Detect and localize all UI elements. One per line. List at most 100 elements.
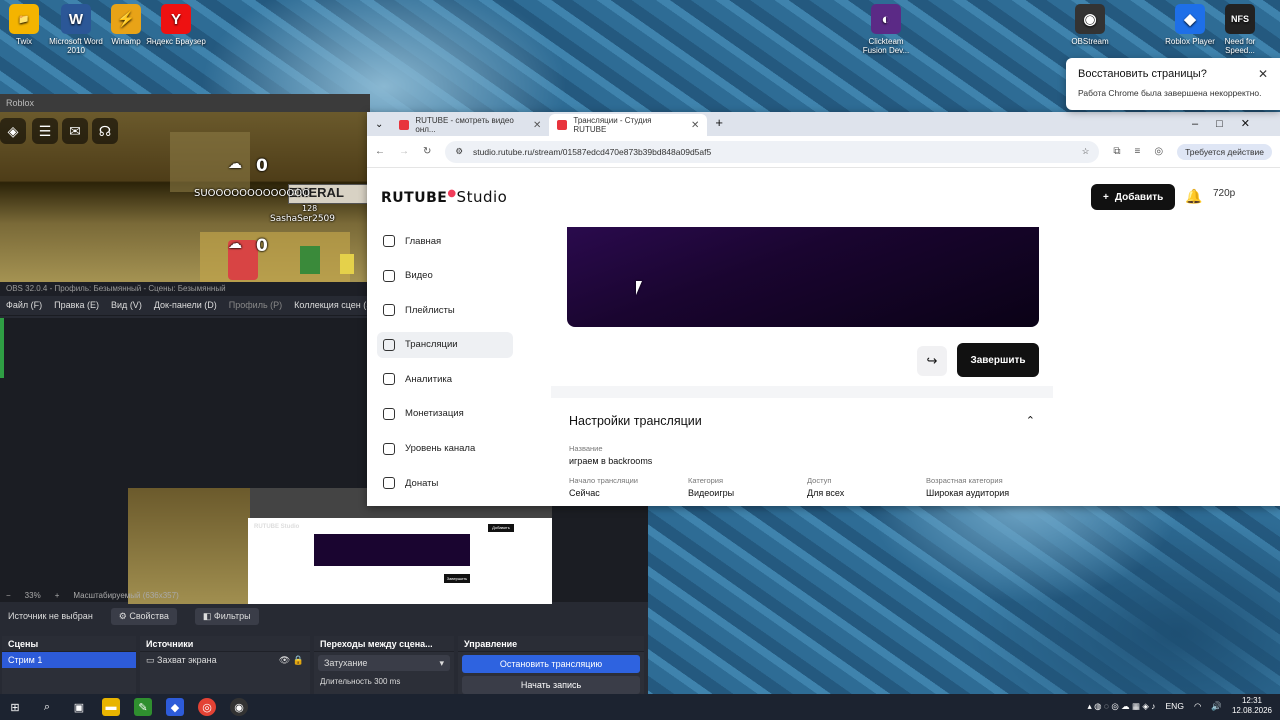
- eye-icon[interactable]: 👁 🔒: [279, 655, 304, 666]
- scale-label[interactable]: Масштабируемый (636x357): [73, 591, 178, 603]
- roblox-taskbar-icon[interactable]: ◆: [166, 698, 184, 716]
- sidebar-item-donations[interactable]: Донаты: [377, 470, 513, 496]
- chevron-down-icon: ▾: [439, 658, 444, 668]
- nfs-desktop-icon[interactable]: NFS Need for Speed...: [1210, 0, 1270, 55]
- search-icon[interactable]: ⌕: [38, 698, 56, 716]
- category-label: Категория: [688, 476, 724, 485]
- clickteam-desktop-icon[interactable]: ◐ Clickteam Fusion Dev...: [856, 0, 916, 55]
- tab-rutube-main[interactable]: RUTUBE - смотреть видео онл... ✕: [391, 114, 549, 136]
- headset-icon[interactable]: ☊: [92, 118, 118, 144]
- obs-menu-item[interactable]: Коллекция сцен (S): [294, 300, 375, 311]
- close-tab-icon[interactable]: ✕: [533, 120, 541, 131]
- obs-desktop-icon[interactable]: ◉ OBStream: [1060, 0, 1120, 46]
- window-controls[interactable]: –□✕: [1180, 112, 1280, 136]
- tab-rutube-studio[interactable]: Трансляции - Студия RUTUBE ✕: [549, 114, 708, 136]
- site-info-icon[interactable]: ⚙: [455, 146, 463, 157]
- wifi-icon[interactable]: ◠: [1194, 701, 1201, 712]
- filters-label: Фильтры: [213, 610, 251, 621]
- roblox-menu-icon[interactable]: ◈: [0, 118, 26, 144]
- taskbar-clock[interactable]: 12:31 12.08.2026: [1232, 696, 1272, 716]
- sidebar-item-video[interactable]: Видео: [377, 263, 513, 289]
- obs-menu-item[interactable]: Правка (E): [54, 300, 99, 311]
- tab-search-icon[interactable]: ⌄: [367, 113, 391, 136]
- tab-list-icon[interactable]: ≡: [1134, 146, 1140, 157]
- rutube-studio-logo[interactable]: RUTUBE●Studio: [381, 188, 507, 206]
- forward-icon[interactable]: →: [399, 146, 409, 157]
- filters-button[interactable]: ◧ Фильтры: [194, 607, 259, 625]
- obs-menu-item[interactable]: Файл (F): [6, 300, 42, 311]
- source-item[interactable]: ▭ Захват экрана 👁 🔒: [140, 652, 310, 669]
- share-icon[interactable]: ↪: [917, 346, 947, 376]
- profile-icon[interactable]: ◎: [1154, 146, 1163, 157]
- obs-taskbar-icon[interactable]: ◉: [230, 698, 248, 716]
- sidebar-item-label: Главная: [405, 235, 442, 247]
- game-floor-object: [200, 232, 350, 282]
- scenes-dock: Сцены Стрим 1: [2, 636, 136, 694]
- sidebar-item-home[interactable]: Главная: [377, 228, 513, 254]
- reload-icon[interactable]: ↻: [423, 146, 431, 157]
- zoom-out-icon[interactable]: −: [6, 591, 11, 603]
- volume-icon[interactable]: 🔊: [1211, 701, 1222, 712]
- restore-pages-notification[interactable]: Восстановить страницы? Работа Chrome был…: [1066, 58, 1280, 110]
- task-view-icon[interactable]: ▣: [70, 698, 88, 716]
- quality-badge[interactable]: 720p: [1213, 188, 1235, 199]
- start-label: Начало трансляции: [569, 476, 638, 485]
- stop-stream-button[interactable]: Остановить трансляцию: [462, 655, 640, 673]
- duration-row[interactable]: Длительность 300 ms: [314, 674, 454, 689]
- transition-select[interactable]: Затухание ▾: [318, 655, 450, 671]
- sidebar-item-playlist[interactable]: Плейлисты: [377, 297, 513, 323]
- url-text[interactable]: studio.rutube.ru/stream/01587edcd470e873…: [473, 147, 711, 157]
- obs-menu-item[interactable]: Вид (V): [111, 300, 142, 311]
- stream-video-player[interactable]: [567, 227, 1039, 327]
- sidebar-item-label: Донаты: [405, 477, 439, 489]
- chrome-taskbar-icon[interactable]: ◎: [198, 698, 216, 716]
- bookmark-star-icon[interactable]: ☆: [1082, 146, 1090, 157]
- sidebar-item-channel-level[interactable]: Уровень канала: [377, 436, 513, 462]
- app-icon[interactable]: ✎: [134, 698, 152, 716]
- chevron-up-icon[interactable]: ⌃: [1026, 414, 1035, 427]
- add-button-label: Добавить: [1114, 191, 1164, 203]
- close-icon[interactable]: ✕: [1258, 67, 1268, 81]
- canvas-add: Добавить: [488, 524, 514, 532]
- age-label: Возрастная категория: [926, 476, 1003, 485]
- address-bar[interactable]: ⚙ studio.rutube.ru/stream/01587edcd470e8…: [445, 140, 1100, 163]
- sidebar-item-monetization[interactable]: Монетизация: [377, 401, 513, 427]
- zoom-in-icon[interactable]: +: [55, 591, 60, 603]
- bell-icon[interactable]: 🔔: [1185, 188, 1202, 205]
- chat-icon[interactable]: ✉: [62, 118, 88, 144]
- action-required-button[interactable]: Требуется действие: [1177, 143, 1272, 160]
- scene-item[interactable]: Стрим 1: [2, 652, 136, 668]
- roblox-game-window[interactable]: Roblox EMERAL ◈ ☰ ✉ ☊ ☁ 0 SUOOOOOOOOOOOO…: [0, 94, 370, 284]
- new-tab-icon[interactable]: +: [707, 112, 731, 136]
- obs-menu-item[interactable]: Док-панели (D): [154, 300, 217, 311]
- add-button[interactable]: + Добавить: [1091, 184, 1176, 210]
- obs-menu-item[interactable]: Профиль (P): [229, 300, 282, 311]
- close-tab-icon[interactable]: ✕: [691, 120, 699, 131]
- tray-icons[interactable]: ▴ ◍ ◌ ◎ ☁ ▦ ◈ ♪: [1088, 701, 1156, 712]
- category-value: Видеоигры: [688, 488, 735, 498]
- properties-button[interactable]: ⚙ Свойства: [110, 607, 177, 625]
- weather-icon-2: ☁: [228, 236, 242, 252]
- sidebar-item-broadcast[interactable]: Трансляции: [377, 331, 513, 358]
- desktop-icon-label: OBStream: [1071, 37, 1109, 46]
- hamburger-icon[interactable]: ☰: [32, 118, 58, 144]
- obs-docks: Сцены Стрим 1 Источники ▭ Захват экрана 👁…: [0, 636, 648, 694]
- studio-sidebar: Главная Видео Плейлисты Трансляции Аналитика…: [377, 228, 513, 505]
- desktop-icon-label: Need for Speed...: [1224, 37, 1256, 55]
- duration-label: Длительность: [320, 677, 372, 686]
- chrome-window[interactable]: ⌄ RUTUBE - смотреть видео онл... ✕ Трансл…: [367, 112, 1280, 506]
- language-indicator[interactable]: ENG: [1166, 701, 1184, 711]
- finish-stream-button[interactable]: Завершить: [957, 343, 1039, 377]
- sidebar-item-analytics[interactable]: Аналитика: [377, 366, 513, 392]
- video-icon: [383, 269, 395, 282]
- file-explorer-icon[interactable]: ▬: [102, 698, 120, 716]
- transitions-dock: Переходы между сцена... Затухание ▾ Длите…: [314, 636, 454, 694]
- canvas-finish: Завершить: [444, 574, 470, 583]
- extensions-icon[interactable]: ⧉: [1113, 146, 1120, 157]
- start-record-button[interactable]: Начать запись: [462, 676, 640, 694]
- chat-line: SUOOOOOOOOOOOOO: [194, 188, 310, 199]
- yandex-browser-desktop-icon[interactable]: Y Яндекс Браузер: [146, 0, 206, 46]
- back-icon[interactable]: ←: [375, 146, 385, 157]
- obs-source-toolbar: Источник не выбран ⚙ Свойства ◧ Фильтры: [0, 604, 648, 628]
- start-icon[interactable]: ⊞: [6, 698, 24, 716]
